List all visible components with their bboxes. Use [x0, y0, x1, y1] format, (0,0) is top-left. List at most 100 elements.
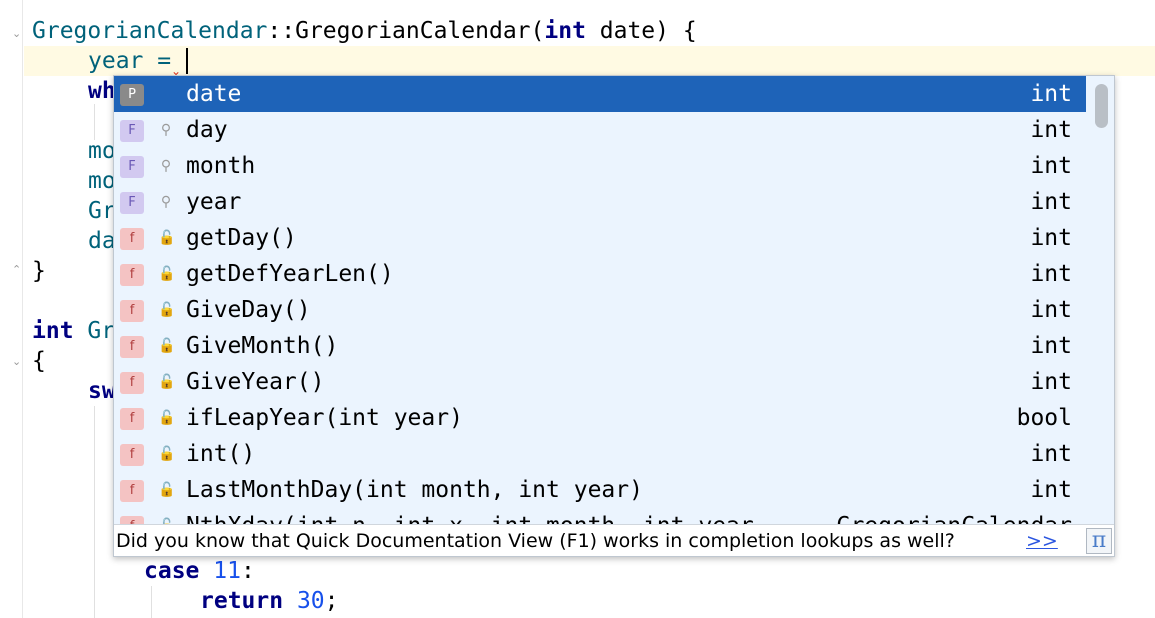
completion-item[interactable]: f🔓NthXday(int n, int x, int month, int y… — [114, 508, 1086, 524]
completion-scrollbar[interactable] — [1091, 78, 1111, 522]
key-icon: ⚲ — [160, 158, 172, 174]
completion-item[interactable]: F ⚲ month int — [114, 148, 1086, 184]
completion-popup[interactable]: Pdate int F ⚲ day int F ⚲ month int F ⚲ year int f 🔓 get… — [113, 75, 1115, 557]
field-icon: F — [120, 156, 144, 178]
key-icon: ⚲ — [160, 122, 172, 138]
completion-item[interactable]: f 🔓 GiveYear() int — [114, 364, 1086, 400]
function-name: Gr — [73, 318, 116, 344]
class-name: GregorianCalendar — [32, 18, 268, 44]
completion-item-name: GiveMonth() — [186, 333, 339, 359]
indent-guide — [151, 586, 152, 618]
completion-item-type: int — [1030, 153, 1072, 179]
code-line-3: wh — [88, 78, 116, 104]
completion-item-name: LastMonthDay(int month, int year) — [186, 477, 643, 503]
hint-more-link[interactable]: >> — [1026, 525, 1058, 556]
completion-item-name: year — [186, 189, 242, 215]
pi-icon[interactable]: π — [1086, 528, 1112, 554]
completion-item[interactable]: f 🔓 ifLeapYear(int year) bool — [114, 400, 1086, 436]
unlocked-icon: 🔓 — [158, 374, 176, 390]
completion-item[interactable]: f 🔓 GiveDay() int — [114, 292, 1086, 328]
scrollbar-thumb[interactable] — [1095, 84, 1108, 128]
completion-item[interactable]: f 🔓 GiveMonth() int — [114, 328, 1086, 364]
completion-item-name: GiveYear() — [186, 369, 325, 395]
key-icon: ⚲ — [160, 194, 172, 210]
completion-item-type: int — [1030, 477, 1072, 503]
completion-item[interactable]: f 🔓 getDay() int — [114, 220, 1086, 256]
unlocked-icon: 🔓 — [158, 446, 176, 462]
unlocked-icon: 🔓 — [158, 338, 176, 354]
completion-item-name: NthXday(int n, int x, int month, int yea… — [186, 508, 754, 524]
code-line-8: } — [32, 258, 46, 284]
number-literal: 30 — [296, 588, 325, 614]
method-icon: f — [120, 444, 144, 466]
completion-item-type: int — [1030, 225, 1072, 251]
method-icon: f — [120, 516, 144, 524]
method-icon: f — [120, 336, 144, 358]
param-text: date) { — [585, 18, 697, 44]
fold-marker-icon[interactable]: ⌃ — [12, 264, 23, 276]
completion-item-name: date — [186, 81, 242, 107]
function-name: GregorianCalendar — [295, 18, 531, 44]
method-icon: f — [120, 228, 144, 250]
method-icon: f — [120, 300, 144, 322]
completion-item-name: int() — [186, 441, 256, 467]
completion-item-type: int — [1030, 81, 1072, 107]
completion-item-name: GiveDay() — [186, 297, 311, 323]
completion-item[interactable]: F ⚲ year int — [114, 184, 1086, 220]
field-icon: F — [120, 192, 144, 214]
keyword: return — [200, 588, 284, 614]
method-icon: f — [120, 372, 144, 394]
completion-item-type: int — [1030, 333, 1072, 359]
completion-item-type: bool — [1016, 405, 1072, 431]
code-line-7: da — [88, 228, 116, 254]
completion-item-name: ifLeapYear(int year) — [186, 405, 463, 431]
parameter-icon: P — [120, 84, 144, 106]
completion-item-type: int — [1030, 297, 1072, 323]
code-line-11: sw — [88, 378, 116, 404]
completion-item[interactable]: f 🔓 getDefYearLen() int — [114, 256, 1086, 292]
completion-item-name: getDefYearLen() — [186, 261, 394, 287]
code-line-1: GregorianCalendar::GregorianCalendar(int… — [32, 16, 697, 46]
completion-item[interactable]: f 🔓 LastMonthDay(int month, int year) int — [114, 472, 1086, 508]
completion-hint-bar: Did you know that Quick Documentation Vi… — [114, 524, 1114, 556]
completion-item-name: month — [186, 153, 256, 179]
unlocked-icon: 🔓 — [158, 230, 176, 246]
hint-text: Did you know that Quick Documentation Vi… — [116, 530, 955, 552]
field-icon: F — [120, 120, 144, 142]
unlocked-icon: 🔓 — [158, 266, 176, 282]
code-line-12: case 11: — [144, 556, 255, 586]
open-paren: ( — [530, 18, 545, 44]
method-icon: f — [120, 264, 144, 286]
completion-item-name: day — [186, 117, 228, 143]
unlocked-icon: 🔓 — [158, 482, 176, 498]
gutter-divider — [22, 0, 23, 618]
method-icon: f — [120, 408, 144, 430]
completion-item[interactable]: F ⚲ day int — [114, 112, 1086, 148]
fold-marker-icon[interactable]: ⌄ — [12, 356, 23, 368]
completion-item[interactable]: f 🔓 int() int — [114, 436, 1086, 472]
completion-item[interactable]: Pdate int — [114, 76, 1086, 112]
indent-guide — [94, 406, 95, 618]
code-line-9: int Gr — [32, 316, 115, 346]
completion-item-type: GregorianCalendar — [837, 508, 1072, 524]
code-line-6: Gr — [88, 198, 116, 224]
scope-operator: :: — [267, 18, 296, 44]
keyword: int — [32, 318, 74, 344]
completion-list[interactable]: Pdate int F ⚲ day int F ⚲ month int F ⚲ year int f 🔓 get… — [114, 76, 1086, 524]
text-caret — [186, 48, 188, 74]
completion-item-type: int — [1030, 117, 1072, 143]
completion-item-type: int — [1030, 369, 1072, 395]
unlocked-icon: 🔓 — [158, 302, 176, 318]
punctuation: : — [240, 558, 255, 584]
punctuation: ; — [324, 588, 339, 614]
indent-guide — [94, 104, 95, 140]
method-icon: f — [120, 480, 144, 502]
completion-item-type: int — [1030, 189, 1072, 215]
fold-marker-icon[interactable]: ⌄ — [12, 28, 23, 40]
keyword: int — [544, 18, 586, 44]
code-line-13: return 30; — [200, 586, 339, 616]
keyword: case — [144, 558, 200, 584]
number-literal: 11 — [213, 558, 241, 584]
code-line-5: mo — [88, 168, 116, 194]
completion-item-type: int — [1030, 441, 1072, 467]
